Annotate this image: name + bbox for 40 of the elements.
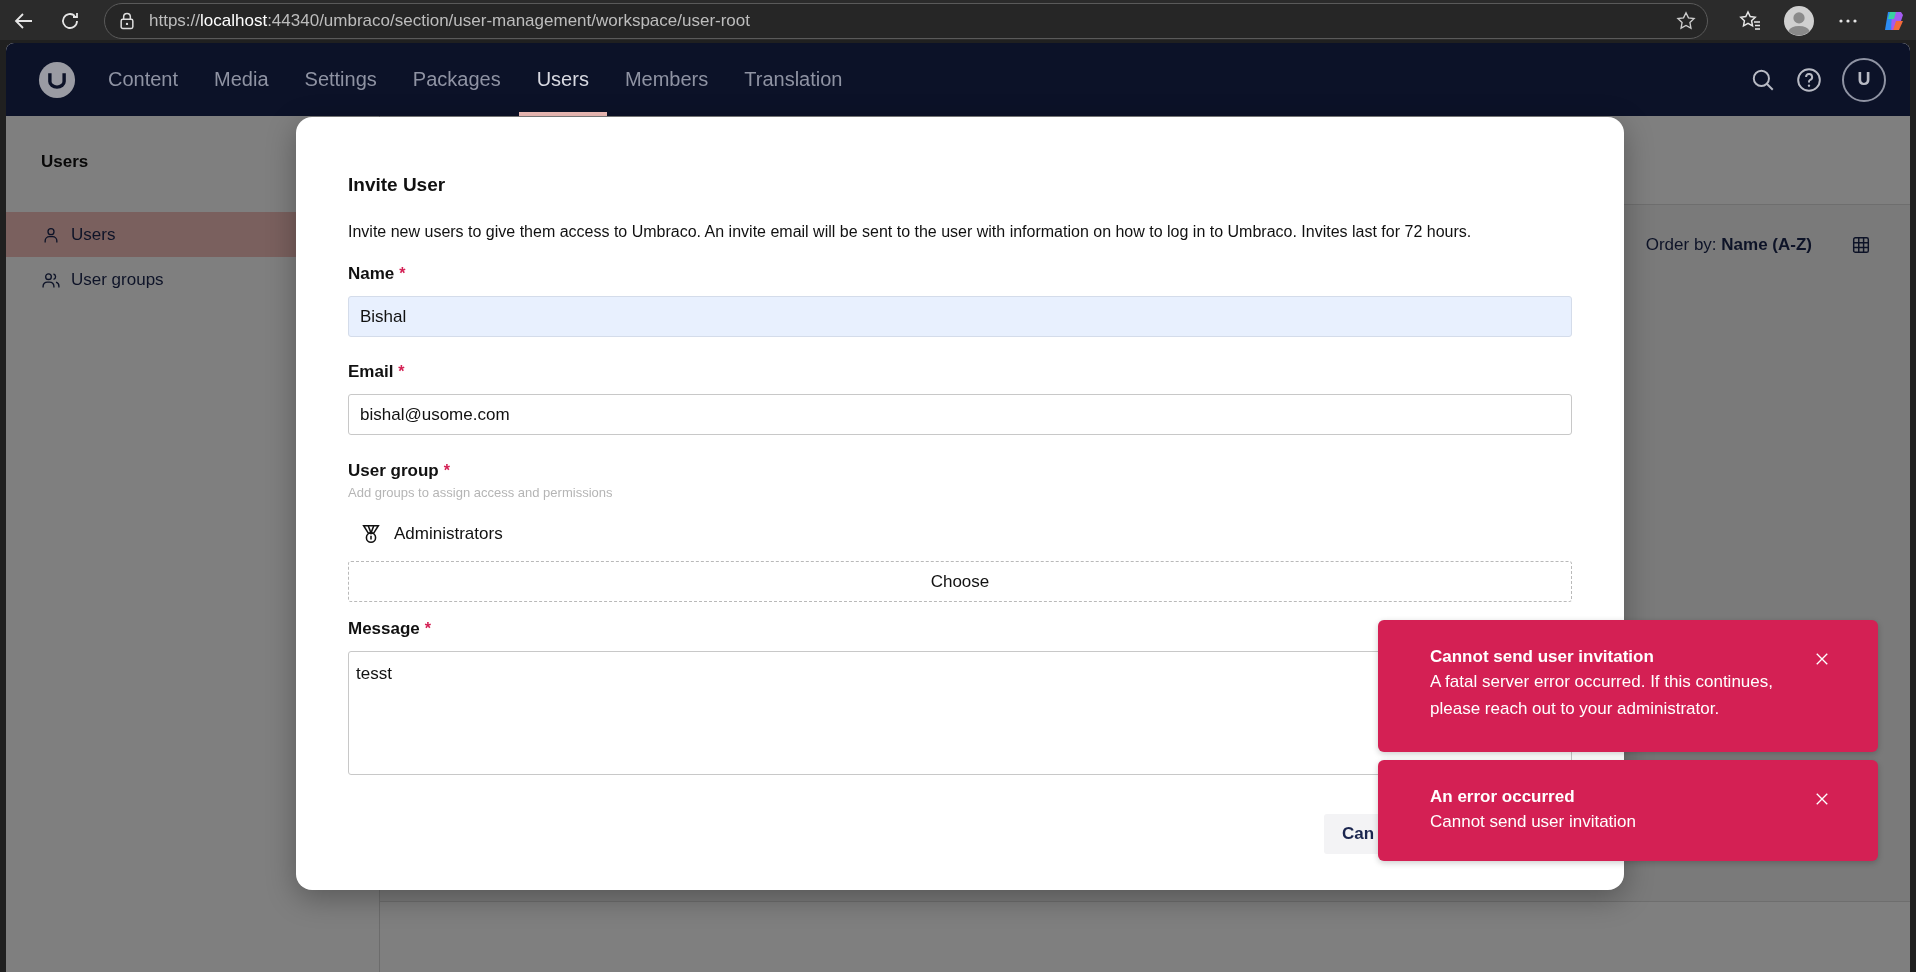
- input-field[interactable]: Bishal: [348, 296, 1572, 337]
- field-label: Message: [348, 618, 420, 640]
- required-mark: *: [443, 461, 450, 481]
- sidebar-title: Users: [40, 151, 90, 173]
- order-by-selector[interactable]: Order by: Name (A-Z): [1645, 235, 1812, 255]
- dialog-title: Invite User: [348, 173, 447, 197]
- nav-tab[interactable]: Settings: [286, 43, 395, 116]
- help-icon[interactable]: [1796, 66, 1822, 93]
- notification-message: Cannot send user invitation: [1430, 811, 1638, 833]
- sidebar-item-label: Users: [71, 224, 116, 245]
- input-field[interactable]: bishal@usome.com: [348, 394, 1572, 435]
- close-icon[interactable]: [1815, 652, 1829, 666]
- favorites-icon[interactable]: [1738, 9, 1762, 33]
- nav-tab[interactable]: Packages: [394, 43, 519, 116]
- required-mark: *: [399, 264, 406, 284]
- user-avatar[interactable]: U: [1842, 57, 1886, 102]
- favorite-star-icon[interactable]: [1675, 10, 1697, 32]
- notification-title: An error occurred: [1430, 786, 1576, 808]
- required-mark: *: [424, 619, 432, 639]
- nav-tab[interactable]: Content: [90, 43, 197, 116]
- grid-view-icon[interactable]: [1852, 236, 1870, 254]
- profile-icon[interactable]: [1784, 6, 1814, 36]
- address-bar[interactable]: https://localhost:44340/umbraco/section/user-management/workspace/user-root: [104, 3, 1708, 39]
- nav-tab[interactable]: Members: [606, 43, 727, 116]
- choose-button[interactable]: Choose: [348, 561, 1572, 602]
- sidebar-item-label: User groups: [71, 269, 164, 290]
- nav-tab[interactable]: Translation: [726, 43, 861, 116]
- user-group-name[interactable]: Administrators: [394, 524, 503, 544]
- field-hint: Add groups to assign access and permissions: [348, 485, 614, 501]
- field-label: User group: [348, 460, 439, 482]
- lock-icon[interactable]: [117, 11, 137, 31]
- logo-icon[interactable]: [38, 60, 76, 99]
- close-icon[interactable]: [1815, 792, 1829, 806]
- required-mark: *: [398, 362, 405, 382]
- ribbon-logo-icon[interactable]: [1882, 9, 1906, 33]
- medal-icon: [360, 523, 382, 545]
- nav-tab[interactable]: Media: [196, 43, 287, 116]
- field-label: Email: [348, 361, 394, 383]
- field-label: Name: [348, 263, 395, 285]
- url-text: https://localhost:44340/umbraco/section/user-management/workspace/user-root: [149, 11, 751, 31]
